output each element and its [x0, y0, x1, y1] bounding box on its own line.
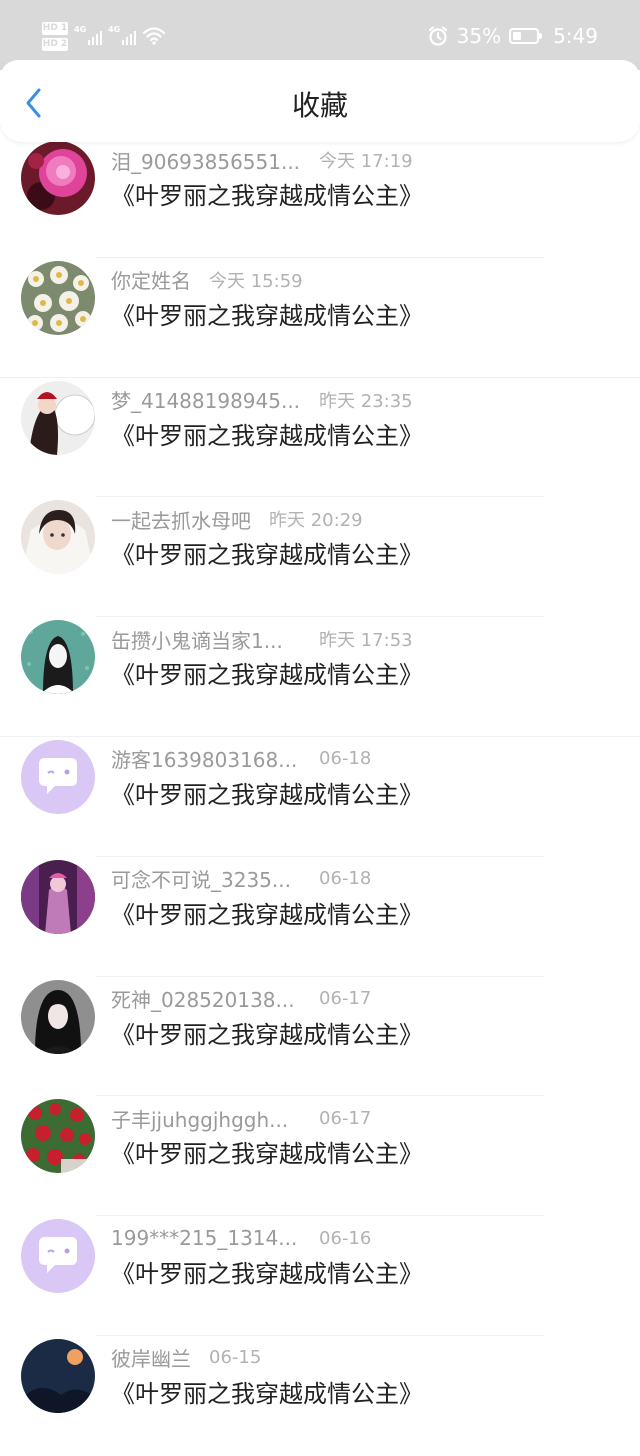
- battery-percent: 35%: [456, 24, 502, 48]
- timestamp: 昨天 20:29: [269, 510, 363, 532]
- avatar[interactable]: [21, 1338, 95, 1413]
- timestamp: 06-16: [319, 1227, 372, 1249]
- book-title[interactable]: 《叶罗丽之我穿越成情公主》: [111, 658, 423, 692]
- list-item[interactable]: 游客1639803168... 06-18 《叶罗丽之我穿越成情公主》: [0, 737, 640, 857]
- item-meta: 游客1639803168... 06-18: [111, 745, 371, 773]
- battery-icon: [509, 28, 543, 44]
- user-name[interactable]: 泪_90693856551...: [111, 146, 301, 175]
- item-meta: 泪_90693856551... 今天 17:19: [111, 146, 413, 174]
- book-title[interactable]: 《叶罗丽之我穿越成情公主》: [111, 1137, 423, 1171]
- page-title: 收藏: [291, 89, 348, 122]
- item-meta: 可念不可说_3235... 06-18: [111, 865, 371, 893]
- list-item[interactable]: 彼岸幽兰 06-15 《叶罗丽之我穿越成情公主》: [0, 1336, 640, 1456]
- user-name[interactable]: 子丰jjuhggjhggh...: [111, 1104, 301, 1133]
- alarm-icon: [428, 26, 447, 46]
- book-title[interactable]: 《叶罗丽之我穿越成情公主》: [111, 898, 423, 932]
- avatar[interactable]: [21, 1099, 95, 1174]
- list-item[interactable]: 子丰jjuhggjhggh... 06-17 《叶罗丽之我穿越成情公主》: [0, 1096, 640, 1217]
- book-title[interactable]: 《叶罗丽之我穿越成情公主》: [111, 778, 423, 812]
- status-right: 35% 5:49: [427, 18, 598, 54]
- item-meta: 子丰jjuhggjhggh... 06-17: [111, 1104, 371, 1132]
- user-name[interactable]: 缶攒小鬼谪当家1...: [111, 625, 301, 654]
- item-meta: 彼岸幽兰 06-15: [111, 1344, 261, 1372]
- timestamp: 今天 15:59: [209, 270, 303, 292]
- avatar[interactable]: [21, 859, 95, 934]
- timestamp: 昨天 17:53: [319, 630, 413, 652]
- favorites-list: 泪_90693856551... 今天 17:19 《叶罗丽之我穿越成情公主》 你定姓…: [0, 138, 640, 1456]
- header: 收藏: [0, 60, 640, 142]
- list-item[interactable]: 一起去抓水母吧 昨天 20:29 《叶罗丽之我穿越成情公主》: [0, 497, 640, 618]
- avatar[interactable]: [21, 260, 95, 335]
- hd-badge-1: HD 1: [42, 21, 68, 35]
- list-item[interactable]: 缶攒小鬼谪当家1... 昨天 17:53 《叶罗丽之我穿越成情公主》: [0, 617, 640, 737]
- avatar[interactable]: [21, 739, 95, 814]
- user-name[interactable]: 彼岸幽兰: [111, 1343, 191, 1372]
- book-title[interactable]: 《叶罗丽之我穿越成情公主》: [111, 179, 423, 213]
- book-title[interactable]: 《叶罗丽之我穿越成情公主》: [111, 299, 423, 333]
- hd-icon: HD 1 HD 2: [42, 21, 68, 51]
- user-name[interactable]: 死神_028520138...: [111, 984, 301, 1013]
- user-name[interactable]: 199***215_1314...: [111, 1226, 301, 1250]
- timestamp: 06-18: [319, 868, 372, 890]
- user-name[interactable]: 梦_41488198945...: [111, 385, 301, 414]
- avatar[interactable]: [21, 620, 95, 695]
- timestamp: 昨天 23:35: [319, 390, 413, 412]
- avatar[interactable]: [21, 979, 95, 1054]
- item-meta: 199***215_1314... 06-16: [111, 1224, 371, 1252]
- user-name[interactable]: 一起去抓水母吧: [111, 505, 251, 534]
- list-item[interactable]: 可念不可说_3235... 06-18 《叶罗丽之我穿越成情公主》: [0, 857, 640, 977]
- user-name[interactable]: 可念不可说_3235...: [111, 864, 301, 893]
- avatar[interactable]: [21, 1219, 95, 1294]
- item-meta: 梦_41488198945... 昨天 23:35: [111, 386, 413, 414]
- wifi-icon: [142, 27, 166, 45]
- status-left: HD 1 HD 2 4G 4G: [42, 18, 166, 54]
- book-title[interactable]: 《叶罗丽之我穿越成情公主》: [111, 1377, 423, 1411]
- timestamp: 06-17: [319, 988, 372, 1010]
- avatar[interactable]: [21, 141, 95, 215]
- user-name[interactable]: 游客1639803168...: [111, 744, 301, 773]
- clock: 5:49: [553, 24, 598, 48]
- list-item[interactable]: 泪_90693856551... 今天 17:19 《叶罗丽之我穿越成情公主》: [0, 138, 640, 258]
- item-meta: 一起去抓水母吧 昨天 20:29: [111, 505, 363, 533]
- timestamp: 06-17: [319, 1107, 372, 1129]
- signal-icon: 4G: [108, 25, 136, 47]
- item-meta: 你定姓名 今天 15:59: [111, 266, 303, 294]
- network-type-2: 4G: [108, 25, 121, 34]
- book-title[interactable]: 《叶罗丽之我穿越成情公主》: [111, 1018, 423, 1052]
- avatar[interactable]: [21, 500, 95, 575]
- book-title[interactable]: 《叶罗丽之我穿越成情公主》: [111, 419, 423, 453]
- battery-fill: [513, 32, 522, 40]
- book-title[interactable]: 《叶罗丽之我穿越成情公主》: [111, 538, 423, 572]
- list-item[interactable]: 死神_028520138... 06-17 《叶罗丽之我穿越成情公主》: [0, 977, 640, 1097]
- timestamp: 今天 17:19: [319, 151, 413, 172]
- hd-badge-2: HD 2: [42, 37, 68, 51]
- book-title[interactable]: 《叶罗丽之我穿越成情公主》: [111, 1257, 423, 1291]
- item-meta: 缶攒小鬼谪当家1... 昨天 17:53: [111, 625, 413, 653]
- item-meta: 死神_028520138... 06-17: [111, 985, 371, 1013]
- timestamp: 06-15: [209, 1347, 262, 1369]
- avatar[interactable]: [21, 380, 95, 455]
- user-name[interactable]: 你定姓名: [111, 265, 191, 294]
- signal-icon: 4G: [74, 25, 102, 47]
- list-item[interactable]: 你定姓名 今天 15:59 《叶罗丽之我穿越成情公主》: [0, 258, 640, 378]
- list-item[interactable]: 梦_41488198945... 昨天 23:35 《叶罗丽之我穿越成情公主》: [0, 378, 640, 498]
- timestamp: 06-18: [319, 748, 372, 770]
- list-item[interactable]: 199***215_1314... 06-16 《叶罗丽之我穿越成情公主》: [0, 1216, 640, 1336]
- network-type-1: 4G: [74, 25, 87, 34]
